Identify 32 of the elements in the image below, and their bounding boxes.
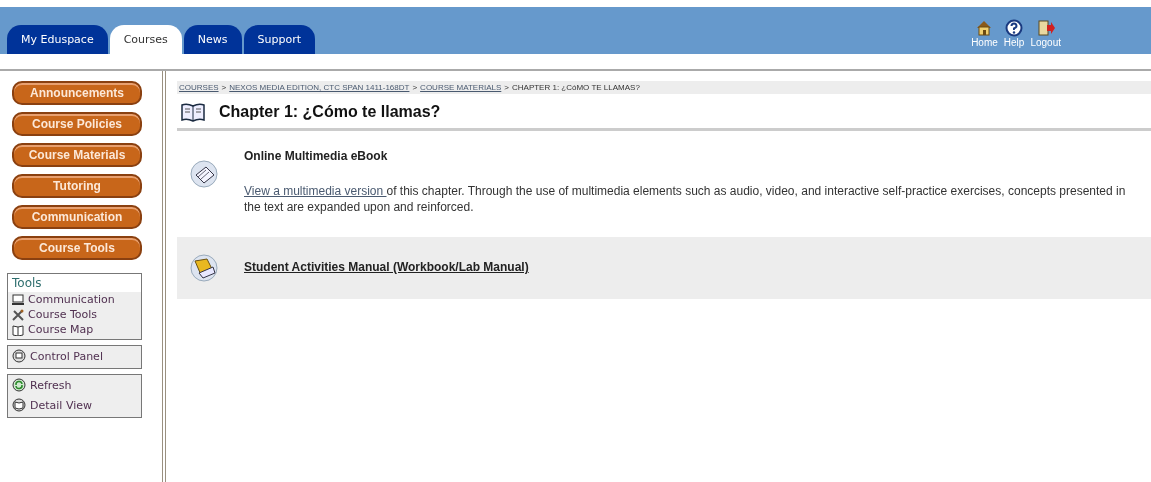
- breadcrumb-separator: >: [221, 83, 227, 92]
- sidebar-link[interactable]: Control Panel: [30, 349, 103, 363]
- tab[interactable]: Courses: [109, 25, 182, 54]
- control-panel-icon: [12, 349, 26, 363]
- tab[interactable]: My Eduspace: [7, 25, 108, 54]
- sidebar-link[interactable]: Detail View: [30, 398, 92, 412]
- entry-title: Online Multimedia eBook: [244, 149, 389, 163]
- refresh-icon: [12, 378, 26, 392]
- tab[interactable]: News: [183, 25, 242, 54]
- help-icon: [1005, 19, 1024, 37]
- view-link[interactable]: View a multimedia version: [244, 184, 387, 198]
- breadcrumb-current: CHAPTER 1: ¿CóMO TE LLAMAS?: [512, 83, 640, 92]
- sidebar-link[interactable]: Course Tools: [28, 308, 97, 321]
- breadcrumb-separator: >: [504, 83, 509, 92]
- entry-description: View a multimedia version of this chapter. Through the use of multimedia elements such as audio, video, and interactive self-practice exercises, concepts presented in the text are expanded upon and reinforced.: [244, 183, 1127, 215]
- door-icon: [1036, 19, 1055, 37]
- tab[interactable]: Support: [243, 25, 316, 54]
- entry-link[interactable]: Student Activities Manual (Workbook/Lab Manual): [244, 260, 529, 274]
- sidebar-link[interactable]: Refresh: [30, 378, 72, 392]
- tools-icon: [12, 308, 24, 321]
- folder-book-icon: [189, 253, 219, 283]
- breadcrumb-link[interactable]: NEXOS MEDIA EDITION, CTC SPAN 1411-168DT: [229, 83, 410, 92]
- page-title: Chapter 1: ¿Cómo te llamas?: [219, 103, 441, 121]
- computer-icon: [12, 293, 24, 306]
- home-icon: [975, 19, 994, 37]
- sidebar-link[interactable]: Communication: [28, 293, 115, 306]
- breadcrumb-separator: >: [412, 83, 418, 92]
- sidebar-link[interactable]: Course Map: [28, 323, 94, 336]
- detail-view-icon: [12, 398, 26, 412]
- breadcrumb-link[interactable]: COURSES: [179, 83, 219, 92]
- panel-title: Tools: [8, 274, 141, 292]
- breadcrumb-link[interactable]: COURSE MATERIALS: [420, 83, 502, 92]
